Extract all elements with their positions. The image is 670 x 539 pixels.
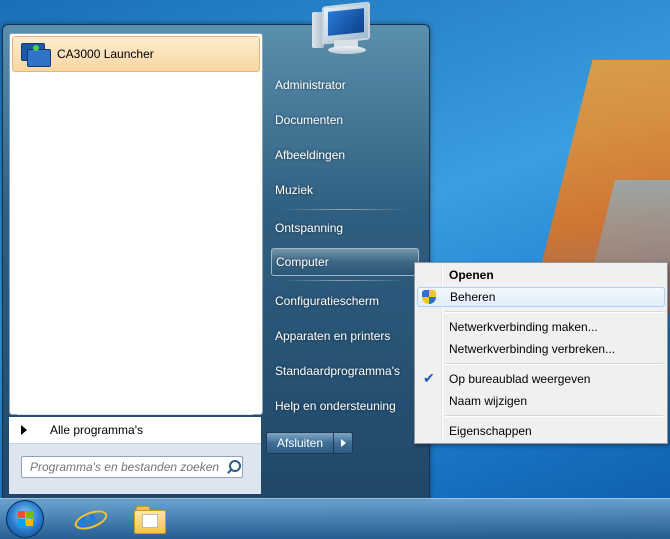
- uac-shield-icon: [422, 290, 436, 304]
- user-picture-computer-icon[interactable]: [310, 1, 374, 56]
- search-box[interactable]: [21, 456, 243, 478]
- start-menu-right-pane: Administrator Documenten Afbeeldingen Mu…: [263, 25, 429, 499]
- right-item-muziek[interactable]: Muziek: [271, 176, 419, 204]
- context-item-naam-wijzigen[interactable]: Naam wijzigen: [417, 391, 665, 411]
- search-input[interactable]: [28, 459, 222, 475]
- context-item-label: Openen: [449, 268, 494, 282]
- right-pane-separator: [281, 209, 407, 210]
- shutdown-button[interactable]: Afsluiten: [266, 432, 334, 454]
- context-item-label: Op bureaublad weergeven: [449, 372, 591, 386]
- shutdown-options-button[interactable]: [334, 432, 353, 454]
- left-pane-divider: [17, 414, 253, 415]
- context-item-label: Eigenschappen: [449, 424, 532, 438]
- context-item-netwerkverbinding-verbreken[interactable]: Netwerkverbinding verbreken...: [417, 339, 665, 359]
- pinned-program-label: CA3000 Launcher: [57, 47, 154, 61]
- right-pane-separator: [281, 280, 407, 281]
- start-menu: CA3000 Launcher Alle programma's Adminis…: [2, 24, 430, 500]
- context-item-label: Netwerkverbinding maken...: [449, 320, 598, 334]
- right-item-afbeeldingen[interactable]: Afbeeldingen: [271, 141, 419, 169]
- search-area: [9, 443, 261, 494]
- context-item-eigenschappen[interactable]: Eigenschappen: [417, 421, 665, 441]
- context-menu-separator: [445, 363, 663, 365]
- right-item-documenten[interactable]: Documenten: [271, 106, 419, 134]
- start-orb-icon[interactable]: [6, 500, 44, 538]
- context-item-op-bureaublad-weergeven[interactable]: ✔ Op bureaublad weergeven: [417, 369, 665, 389]
- right-item-computer[interactable]: Computer: [271, 248, 419, 276]
- context-menu-separator: [445, 311, 663, 313]
- right-item-apparaten-en-printers[interactable]: Apparaten en printers: [271, 322, 419, 350]
- internet-explorer-icon[interactable]: e: [72, 504, 110, 536]
- context-item-label: Naam wijzigen: [449, 394, 528, 408]
- all-programs-button[interactable]: Alle programma's: [9, 417, 261, 443]
- right-item-administrator[interactable]: Administrator: [271, 71, 419, 99]
- shutdown-control: Afsluiten: [266, 432, 353, 454]
- start-menu-left-pane: CA3000 Launcher: [9, 33, 263, 415]
- ca3000-launcher-icon: [19, 41, 51, 67]
- checkmark-icon: ✔: [423, 370, 435, 386]
- right-item-ontspanning[interactable]: Ontspanning: [271, 214, 419, 242]
- context-item-beheren[interactable]: Beheren: [417, 287, 665, 307]
- arrow-right-icon: [340, 439, 346, 447]
- context-item-label: Beheren: [450, 290, 496, 304]
- windows-explorer-icon[interactable]: [134, 506, 166, 534]
- search-icon[interactable]: [226, 460, 241, 474]
- pinned-program-ca3000[interactable]: CA3000 Launcher: [12, 36, 260, 72]
- context-item-openen[interactable]: Openen: [417, 265, 665, 285]
- right-item-configuratiescherm[interactable]: Configuratiescherm: [271, 287, 419, 315]
- context-item-netwerkverbinding-maken[interactable]: Netwerkverbinding maken...: [417, 317, 665, 337]
- context-menu-separator: [445, 415, 663, 417]
- context-item-label: Netwerkverbinding verbreken...: [449, 342, 616, 356]
- computer-context-menu: Openen Beheren Netwerkverbinding maken..…: [414, 262, 668, 444]
- right-item-help-en-ondersteuning[interactable]: Help en ondersteuning: [271, 392, 419, 420]
- right-item-standaardprogrammas[interactable]: Standaardprogramma's: [271, 357, 419, 385]
- all-programs-label: Alle programma's: [50, 423, 143, 437]
- arrow-right-icon: [21, 425, 27, 435]
